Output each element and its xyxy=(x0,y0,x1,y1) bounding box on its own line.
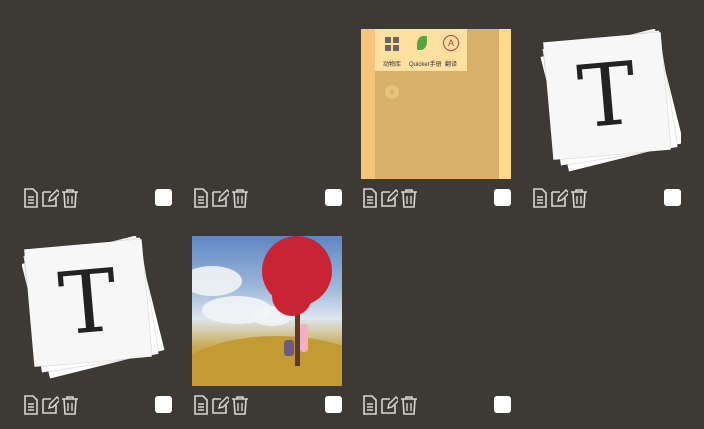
text-file-icon: T xyxy=(22,236,165,386)
tile-toolbar xyxy=(22,395,172,417)
trash-icon[interactable] xyxy=(61,395,79,415)
trash-icon[interactable] xyxy=(400,188,418,208)
figure xyxy=(300,324,308,352)
document-icon[interactable] xyxy=(22,188,40,208)
tile-toolbar xyxy=(22,188,172,210)
app-label: 动物库 xyxy=(383,62,402,68)
thumbnail-empty[interactable] xyxy=(22,29,172,179)
edit-icon[interactable] xyxy=(41,188,59,208)
tile-toolbar xyxy=(361,188,511,210)
phone-edge xyxy=(499,29,511,179)
edit-icon[interactable] xyxy=(550,188,568,208)
file-letter: T xyxy=(574,43,640,149)
select-checkbox[interactable] xyxy=(664,189,681,206)
thumbnail-text-file[interactable]: T xyxy=(22,236,172,386)
tile-6[interactable] xyxy=(192,236,342,416)
document-icon[interactable] xyxy=(531,188,549,208)
tile-5[interactable]: T xyxy=(22,236,172,416)
select-checkbox[interactable] xyxy=(325,189,342,206)
edit-icon[interactable] xyxy=(380,188,398,208)
thumbnail-empty[interactable] xyxy=(192,29,342,179)
translate-icon: A xyxy=(443,35,459,51)
grid-icon xyxy=(385,37,399,51)
document-icon[interactable] xyxy=(192,395,210,415)
edit-icon[interactable] xyxy=(211,188,229,208)
thumbnail-phone-screenshot[interactable]: 动物库 Quicker手册 A 翻译 + xyxy=(361,29,511,179)
trash-icon[interactable] xyxy=(231,395,249,415)
thumbnail-empty[interactable] xyxy=(361,236,511,386)
tile-2[interactable] xyxy=(192,29,342,209)
edit-icon[interactable] xyxy=(41,395,59,415)
trash-icon[interactable] xyxy=(231,188,249,208)
tile-1[interactable] xyxy=(22,29,172,209)
select-checkbox[interactable] xyxy=(155,396,172,413)
trash-icon[interactable] xyxy=(400,395,418,415)
trash-icon[interactable] xyxy=(570,188,588,208)
file-letter: T xyxy=(55,250,121,356)
app-bar: 动物库 Quicker手册 A 翻译 xyxy=(375,29,467,71)
trash-icon[interactable] xyxy=(61,188,79,208)
tile-4[interactable]: T xyxy=(531,29,681,209)
document-icon[interactable] xyxy=(361,188,379,208)
tile-toolbar xyxy=(192,395,342,417)
select-checkbox[interactable] xyxy=(155,189,172,206)
document-icon[interactable] xyxy=(361,395,379,415)
leaf-icon xyxy=(417,36,427,50)
app-label: 翻译 xyxy=(445,62,458,68)
tile-3[interactable]: 动物库 Quicker手册 A 翻译 + xyxy=(361,29,511,209)
figure xyxy=(284,340,294,356)
tile-toolbar xyxy=(361,395,511,417)
select-checkbox[interactable] xyxy=(494,396,511,413)
select-checkbox[interactable] xyxy=(494,189,511,206)
tile-toolbar xyxy=(531,188,681,210)
thumbnail-text-file[interactable]: T xyxy=(531,29,681,179)
document-icon[interactable] xyxy=(22,395,40,415)
tile-toolbar xyxy=(192,188,342,210)
tile-7[interactable] xyxy=(361,236,511,416)
document-icon[interactable] xyxy=(192,188,210,208)
app-label: Quicker手册 xyxy=(409,62,442,68)
edit-icon[interactable] xyxy=(380,395,398,415)
edit-icon[interactable] xyxy=(211,395,229,415)
text-file-icon: T xyxy=(531,29,681,179)
select-checkbox[interactable] xyxy=(325,396,342,413)
add-icon: + xyxy=(385,85,399,99)
phone-edge xyxy=(361,29,375,179)
thumbnail-landscape-photo[interactable] xyxy=(192,236,342,386)
